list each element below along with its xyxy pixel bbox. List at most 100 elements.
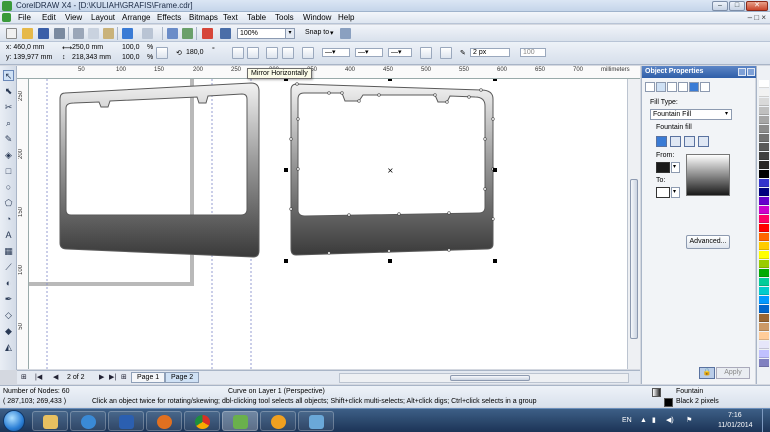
blend-tool-icon[interactable]: ◐ <box>3 278 14 289</box>
previous-page-icon[interactable]: ◀ <box>53 373 58 381</box>
menu-help[interactable]: Help <box>338 13 354 22</box>
paste-icon[interactable] <box>103 28 114 39</box>
freehand-tool-icon[interactable]: ✎ <box>3 134 14 145</box>
docker-close-icon[interactable] <box>747 68 755 76</box>
vertical-scroll-thumb[interactable] <box>630 179 638 339</box>
fill-type-select[interactable]: Fountain Fill ▾ <box>650 109 732 120</box>
start-button[interactable] <box>3 410 25 432</box>
text-tool-icon[interactable]: A <box>3 230 14 241</box>
task-explorer[interactable] <box>32 411 68 431</box>
task-app[interactable] <box>260 411 296 431</box>
rotation-angle-field[interactable]: 180,0 <box>186 49 204 56</box>
position-x-field[interactable]: x: 460,0 mm <box>6 44 45 51</box>
palette-swatch[interactable] <box>759 215 769 223</box>
copy-icon[interactable] <box>88 28 99 39</box>
tab-general-icon[interactable] <box>667 82 677 92</box>
export-icon[interactable] <box>182 28 193 39</box>
palette-swatch[interactable] <box>759 350 769 358</box>
language-indicator[interactable]: EN <box>622 417 632 424</box>
import-icon[interactable] <box>167 28 178 39</box>
crop-tool-icon[interactable]: ✂ <box>3 102 14 113</box>
clock-time[interactable]: 7:16 <box>728 412 742 419</box>
conical-fill-button[interactable] <box>684 136 695 147</box>
palette-swatch[interactable] <box>759 161 769 169</box>
palette-swatch[interactable] <box>759 107 769 115</box>
palette-swatch[interactable] <box>759 359 769 367</box>
application-launcher-icon[interactable] <box>202 28 213 39</box>
redo-icon[interactable] <box>142 28 153 39</box>
palette-swatch[interactable] <box>759 233 769 241</box>
tab-internet-icon[interactable] <box>689 82 699 92</box>
task-app-2[interactable] <box>298 411 334 431</box>
to-color-swatch[interactable] <box>656 187 670 198</box>
menu-effects[interactable]: Effects <box>157 13 181 22</box>
minimize-button[interactable]: – <box>712 1 728 11</box>
tab-fill-icon[interactable] <box>656 82 666 92</box>
snap-to-label[interactable]: Snap to <box>305 29 329 36</box>
scale-x-field[interactable]: 100,0 <box>122 44 140 51</box>
palette-swatch[interactable] <box>759 98 769 106</box>
palette-swatch[interactable] <box>759 197 769 205</box>
tab-page-1[interactable]: Page 1 <box>131 372 166 383</box>
linear-fill-button[interactable] <box>656 136 667 147</box>
mirror-horizontally-button[interactable] <box>232 47 244 59</box>
radial-fill-button[interactable] <box>670 136 681 147</box>
palette-swatch[interactable] <box>759 134 769 142</box>
palette-swatch[interactable] <box>759 251 769 259</box>
lock-ratio-icon[interactable] <box>156 47 168 59</box>
mirror-vertically-button[interactable] <box>247 47 259 59</box>
palette-swatch[interactable] <box>759 314 769 322</box>
document-window-controls[interactable]: – □ × <box>748 13 766 22</box>
palette-swatch[interactable] <box>759 89 769 97</box>
drawing-canvas[interactable]: × <box>29 79 627 369</box>
shape-tool-button[interactable] <box>302 47 314 59</box>
palette-swatch[interactable] <box>759 179 769 187</box>
palette-swatch[interactable] <box>759 116 769 124</box>
palette-swatch[interactable] <box>759 206 769 214</box>
shape-tool-icon[interactable]: ⬉ <box>3 86 14 97</box>
menu-layout[interactable]: Layout <box>91 13 115 22</box>
task-media[interactable] <box>70 411 106 431</box>
palette-swatch[interactable] <box>759 242 769 250</box>
undo-icon[interactable] <box>122 28 133 39</box>
docker-minimize-icon[interactable] <box>738 68 746 76</box>
start-arrowhead-select[interactable]: —▾ <box>322 48 350 57</box>
palette-swatch[interactable] <box>759 143 769 151</box>
interactive-fill-tool-icon[interactable]: ◭ <box>3 342 14 353</box>
maximize-button[interactable]: □ <box>729 1 745 11</box>
new-document-icon[interactable] <box>6 28 17 39</box>
outline-indicator-icon[interactable] <box>664 398 673 407</box>
tray-arrow-icon[interactable]: ▲ <box>640 417 647 424</box>
end-arrowhead-select[interactable]: —▾ <box>388 48 412 57</box>
drawing-artwork[interactable]: × <box>29 79 627 369</box>
close-button[interactable]: ✕ <box>746 1 768 11</box>
zoom-tool-icon[interactable]: ⌕ <box>3 118 14 129</box>
zoom-level-combo[interactable]: 100% ▾ <box>237 28 295 39</box>
fill-tool-icon[interactable]: ◆ <box>3 326 14 337</box>
menu-file[interactable]: File <box>18 13 31 22</box>
palette-swatch[interactable] <box>759 296 769 304</box>
show-desktop-button[interactable] <box>762 409 770 432</box>
curve-smoothness-field[interactable]: 100 <box>520 48 546 57</box>
lock-icon[interactable]: 🔒 <box>699 367 715 379</box>
outline-width-select[interactable]: 2 px <box>470 48 510 57</box>
square-fill-button[interactable] <box>698 136 709 147</box>
line-style-select[interactable]: —▾ <box>355 48 383 57</box>
polygon-tool-icon[interactable]: ⬠ <box>3 198 14 209</box>
menu-text[interactable]: Text <box>223 13 238 22</box>
pick-tool-icon[interactable]: ↖ <box>3 70 14 81</box>
palette-swatch[interactable] <box>759 323 769 331</box>
document-icon[interactable] <box>2 13 11 22</box>
cut-icon[interactable] <box>73 28 84 39</box>
scale-y-field[interactable]: 100,0 <box>122 54 140 61</box>
palette-swatch[interactable] <box>759 287 769 295</box>
task-word[interactable] <box>108 411 144 431</box>
action-center-icon[interactable]: ⚑ <box>686 416 692 424</box>
menu-view[interactable]: View <box>65 13 82 22</box>
next-page-icon[interactable]: ▶ <box>99 373 104 381</box>
page-options-icon[interactable]: ⊞ <box>21 373 27 381</box>
frame-object-left[interactable] <box>59 82 260 258</box>
close-curve-button[interactable] <box>420 47 432 59</box>
volume-icon[interactable]: ◀) <box>666 416 674 424</box>
palette-swatch[interactable] <box>759 152 769 160</box>
